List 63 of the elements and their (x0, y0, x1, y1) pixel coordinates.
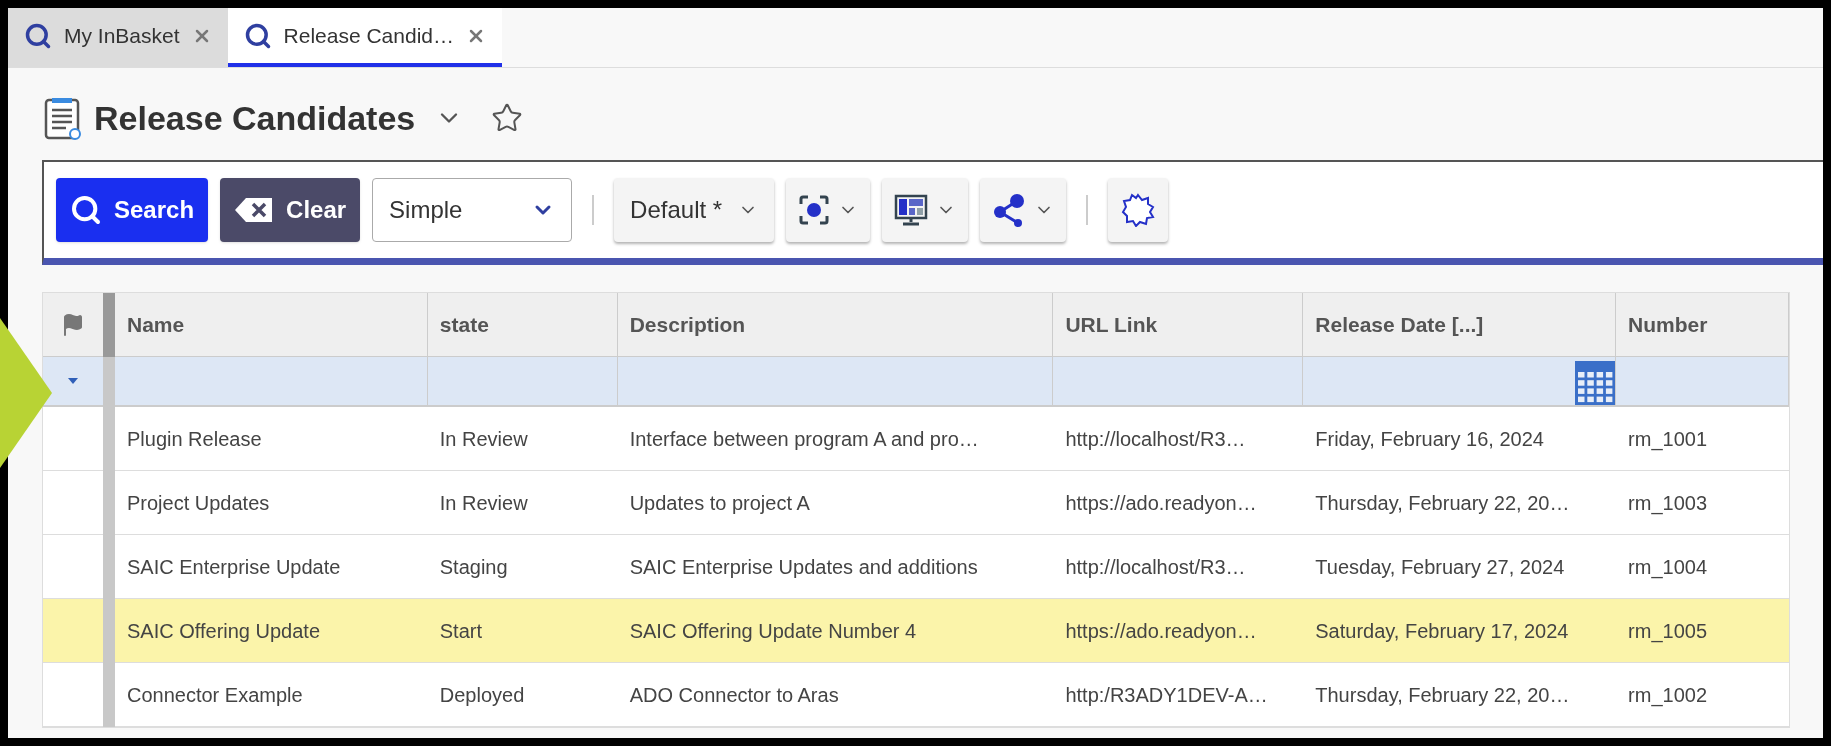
table-cell-text: Plugin Release (125, 426, 263, 452)
table-cell-text: rm_1002 (1627, 682, 1709, 709)
table-cell-text: Saturday, February 17, 2024 (1314, 618, 1570, 644)
table-cell-text: Staging (438, 554, 509, 580)
backspace-icon (234, 197, 275, 223)
mode-select[interactable]: Simple (372, 178, 573, 242)
table-cell-text: In Review (438, 426, 529, 452)
display-dropdown[interactable] (882, 178, 969, 242)
calendar-icon[interactable] (1575, 361, 1616, 405)
tab-label: My InBasket (64, 22, 180, 49)
document-icon (44, 96, 82, 140)
clear-button[interactable]: Clear (220, 178, 361, 242)
settings-icon (1121, 193, 1156, 227)
flag-icon (61, 312, 85, 337)
table-cell-text: SAIC Enterprise Update (125, 554, 342, 580)
settings-button[interactable] (1108, 178, 1169, 242)
table-cell-text: http://localhost/R3… (1064, 426, 1247, 452)
column-header[interactable]: state (427, 293, 618, 356)
share-dropdown[interactable] (980, 178, 1067, 242)
caret-icon[interactable] (67, 377, 79, 385)
table-cell-text: Connector Example (125, 682, 304, 708)
table-cell-text: Thursday, February 22, 20… (1314, 490, 1571, 516)
table-cell-text: SAIC Enterprise Updates and additions (628, 554, 979, 580)
column-header[interactable]: Release Date [...] (1303, 293, 1617, 356)
column-header[interactable]: URL Link (1053, 293, 1304, 356)
column-header[interactable]: Number (1616, 293, 1789, 356)
table-cell-text: rm_1003 (1627, 490, 1709, 517)
tab-label: Release Candid… (283, 22, 454, 49)
table-row[interactable]: SAIC Offering Update Start SAIC Offering Update Number 4 https://ado.readyon… Saturday, February 17, 2024 rm_1005 (43, 599, 1789, 663)
table-cell-text: Friday, February 16, 2024 (1314, 426, 1545, 452)
monitor-icon (894, 194, 929, 226)
table-cell-text: SAIC Offering Update Number 4 (628, 618, 918, 644)
table-cell-text: rm_1005 (1627, 618, 1709, 645)
table-cell-text: rm_1001 (1627, 426, 1709, 453)
table-cell-text: rm_1004 (1627, 554, 1709, 581)
search-button[interactable]: Search (56, 178, 209, 242)
column-header[interactable]: Description (617, 293, 1054, 356)
table-cell-text: ADO Connector to Aras (628, 682, 840, 708)
tab[interactable]: Release Candid… (227, 8, 502, 67)
table-cell-text: Project Updates (125, 490, 271, 516)
table-cell-text: Deployed (438, 682, 526, 708)
search-icon (24, 21, 52, 50)
table-cell-text: https://ado.readyon… (1064, 490, 1258, 516)
table-cell-text: Thursday, February 22, 20… (1314, 682, 1571, 708)
search-icon (70, 194, 102, 226)
table-cell-text: https://ado.readyon… (1064, 618, 1258, 644)
table-cell-text: SAIC Offering Update (125, 618, 322, 644)
star-icon[interactable] (491, 102, 524, 134)
focus-icon (798, 194, 831, 226)
table-cell-text: In Review (438, 490, 529, 516)
focus-dropdown[interactable] (786, 178, 871, 242)
table-cell-text: http:/R3ADY1DEV-A… (1064, 682, 1269, 708)
search-icon (243, 21, 272, 50)
column-header[interactable]: Name (114, 293, 428, 356)
table-cell-text: Interface between program A and pro… (628, 426, 980, 452)
table-cell-text: Tuesday, February 27, 2024 (1314, 554, 1566, 580)
tab[interactable]: My InBasket (8, 8, 228, 67)
table-cell-text: Updates to project A (628, 490, 811, 516)
share-icon (992, 193, 1027, 227)
page-title: Release Candidates (94, 97, 416, 139)
table-cell-text: Start (438, 618, 484, 644)
layout-dropdown[interactable]: Default * (614, 178, 775, 242)
table-cell-text: http://localhost/R3… (1064, 554, 1247, 580)
